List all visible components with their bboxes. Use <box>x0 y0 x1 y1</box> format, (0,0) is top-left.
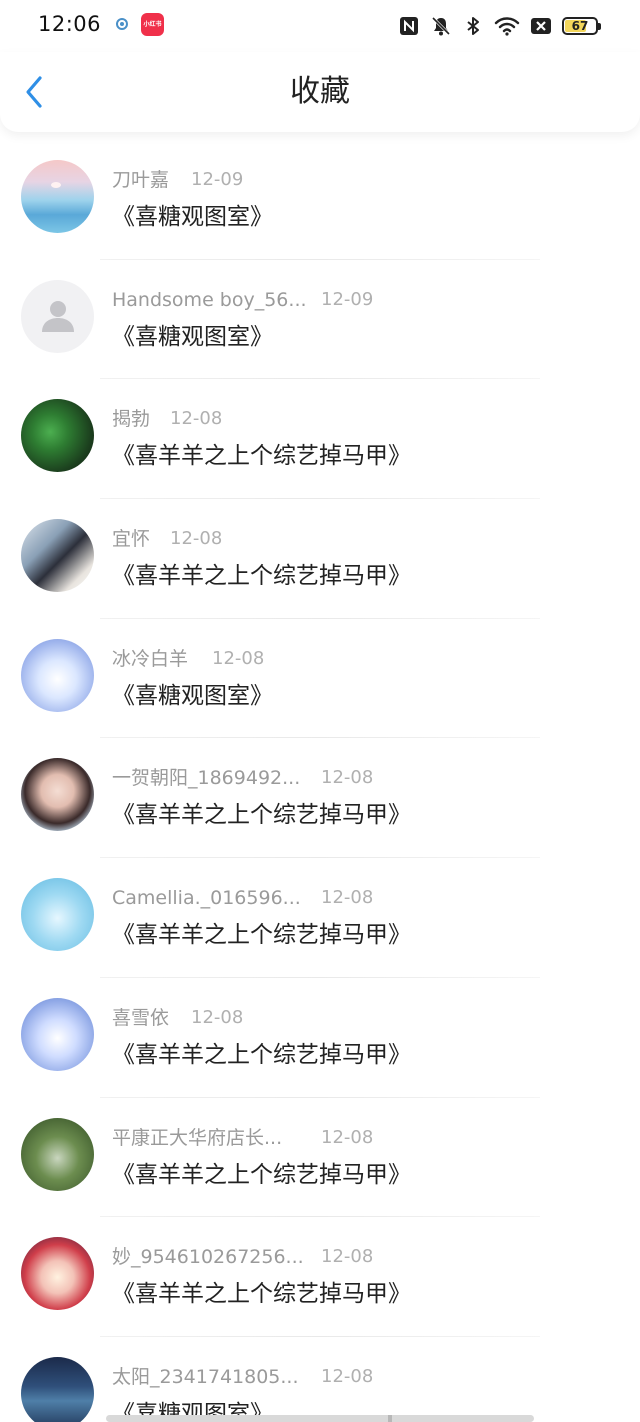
date-label: 12-08 <box>321 1126 374 1148</box>
avatar[interactable] <box>21 997 94 1071</box>
user-name[interactable]: Camellia._016596... <box>112 886 301 910</box>
avatar[interactable] <box>21 160 94 233</box>
status-icons: 67 <box>398 13 601 39</box>
work-title[interactable]: 《喜羊羊之上个综艺掉马甲》 <box>112 1279 411 1309</box>
avatar[interactable] <box>21 519 94 593</box>
date-label: 12-08 <box>212 647 265 669</box>
user-name[interactable]: 刀叶嘉 <box>112 168 169 192</box>
work-title[interactable]: 《喜羊羊之上个综艺掉马甲》 <box>112 1040 411 1070</box>
user-name[interactable]: 揭勃 <box>112 407 150 431</box>
user-name[interactable]: Handsome boy_56... <box>112 288 307 312</box>
date-label: 12-08 <box>321 1246 374 1268</box>
status-time: 12:06 <box>38 12 102 36</box>
default-user-icon <box>41 301 74 333</box>
user-name[interactable]: 喜雪依 <box>112 1006 169 1030</box>
date-label: 12-08 <box>170 528 223 550</box>
list-item[interactable]: 一贺朝阳_1869492... 12-08 《喜羊羊之上个综艺掉马甲》 <box>0 738 640 859</box>
date-label: 12-08 <box>170 408 223 430</box>
list-item[interactable]: 喜雪依 12-08 《喜羊羊之上个综艺掉马甲》 <box>0 978 640 1098</box>
list-item[interactable]: 冰冷白羊 12-08 《喜糖观图室》 <box>0 619 640 739</box>
list-item[interactable]: 平康正大华府店长... 12-08 《喜羊羊之上个综艺掉马甲》 <box>0 1098 640 1218</box>
avatar[interactable] <box>21 1356 94 1422</box>
wifi-icon <box>494 17 520 36</box>
work-title[interactable]: 《喜羊羊之上个综艺掉马甲》 <box>112 441 411 471</box>
user-name[interactable]: 一贺朝阳_1869492... <box>112 766 300 790</box>
date-label: 12-08 <box>321 1365 374 1387</box>
horizontal-scrollbar[interactable] <box>106 1415 534 1422</box>
no-sim-icon <box>531 18 551 34</box>
scrollbar-thumb[interactable] <box>388 1415 392 1422</box>
user-name[interactable]: 太阳_2341741805... <box>112 1365 299 1389</box>
notification-app-icon <box>116 18 128 30</box>
list-item[interactable]: 妙_954610267256... 12-08 《喜羊羊之上个综艺掉马甲》 <box>0 1217 640 1337</box>
avatar[interactable] <box>21 279 94 353</box>
work-title[interactable]: 《喜糖观图室》 <box>112 322 273 352</box>
battery-level-text: 67 <box>571 19 589 33</box>
nfc-icon <box>400 17 418 35</box>
list-item[interactable]: 太阳_2341741805... 12-08 《喜糖观图室》 <box>0 1337 640 1422</box>
battery-icon: 67 <box>562 17 601 35</box>
avatar[interactable] <box>21 1117 94 1191</box>
page-title: 收藏 <box>290 74 350 109</box>
screen: 12:06 小红书 67 收藏 刀叶嘉 12-09 《喜糖观图室》 Handso… <box>0 0 640 1422</box>
date-label: 12-08 <box>321 767 374 789</box>
date-label: 12-08 <box>191 1006 244 1028</box>
bluetooth-icon <box>467 17 479 35</box>
work-title[interactable]: 《喜羊羊之上个综艺掉马甲》 <box>112 561 411 591</box>
date-label: 12-09 <box>191 169 244 190</box>
xiaohongshu-app-icon: 小红书 <box>141 13 164 36</box>
work-title[interactable]: 《喜羊羊之上个综艺掉马甲》 <box>112 920 411 950</box>
work-title[interactable]: 《喜糖观图室》 <box>112 681 273 711</box>
list-item[interactable]: 揭勃 12-08 《喜羊羊之上个综艺掉马甲》 <box>0 379 640 500</box>
user-name[interactable]: 冰冷白羊 <box>112 647 188 671</box>
list-item[interactable]: 宜怀 12-08 《喜羊羊之上个综艺掉马甲》 <box>0 499 640 619</box>
header-bar: 收藏 <box>0 52 640 132</box>
list-item[interactable]: Camellia._016596... 12-08 《喜羊羊之上个综艺掉马甲》 <box>0 858 640 978</box>
favorites-list: 刀叶嘉 12-09 《喜糖观图室》 Handsome boy_56... 12-… <box>0 140 640 1422</box>
work-title[interactable]: 《喜羊羊之上个综艺掉马甲》 <box>112 800 411 830</box>
avatar[interactable] <box>21 758 94 832</box>
list-item[interactable]: Handsome boy_56... 12-09 《喜糖观图室》 <box>0 260 640 380</box>
list-item[interactable]: 刀叶嘉 12-09 《喜糖观图室》 <box>0 140 640 260</box>
mute-bell-icon <box>431 16 451 36</box>
user-name[interactable]: 平康正大华府店长... <box>112 1126 282 1150</box>
date-label: 12-09 <box>321 288 374 310</box>
avatar[interactable] <box>21 638 94 712</box>
status-bar: 12:06 小红书 67 <box>0 0 640 52</box>
avatar[interactable] <box>21 399 94 473</box>
avatar[interactable] <box>21 878 94 952</box>
work-title[interactable]: 《喜羊羊之上个综艺掉马甲》 <box>112 1160 411 1190</box>
date-label: 12-08 <box>321 887 374 909</box>
user-name[interactable]: 妙_954610267256... <box>112 1245 304 1269</box>
work-title[interactable]: 《喜糖观图室》 <box>112 202 273 232</box>
user-name[interactable]: 宜怀 <box>112 527 150 551</box>
avatar[interactable] <box>21 1237 94 1311</box>
